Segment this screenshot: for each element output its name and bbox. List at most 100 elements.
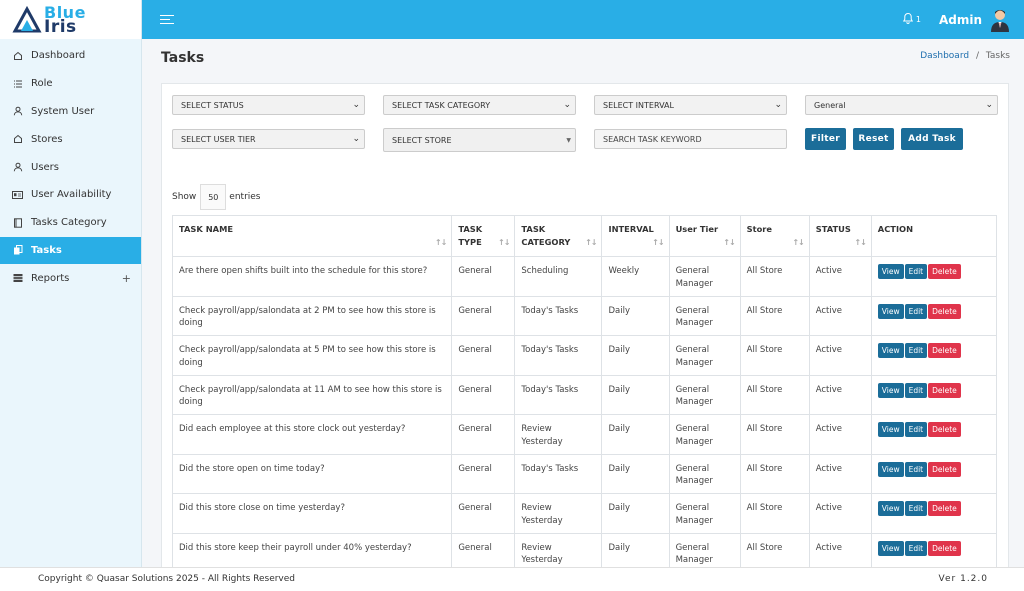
sidebar-item-label: Users [31,161,60,173]
view-button[interactable]: View [877,264,904,279]
home-icon [12,50,23,61]
column-header-status[interactable]: STATUS ↑↓ [808,215,872,257]
store-select-value: SELECT STORE [392,135,452,145]
version-text: Ver 1.2.0 [938,574,988,584]
cell-tier: General Manager [668,532,741,567]
sidebar-item-tasks[interactable]: Tasks [0,236,141,265]
sidebar-item-label: Tasks [31,244,62,256]
table-row: Did each employee at this store clock ou… [171,414,998,455]
cell-category: Review Yesterday [514,493,603,534]
delete-button[interactable]: Delete [928,501,961,516]
reset-button[interactable]: Reset [853,128,894,150]
sidebar-item-stores[interactable]: Stores [0,125,141,153]
sidebar-item-reports[interactable]: Reports + [0,264,141,292]
sidebar-item-dashboard[interactable]: Dashboard [0,42,141,70]
task-type-select[interactable]: General ⌄ [805,95,998,115]
add-task-button[interactable]: Add Task [901,128,963,150]
entries-suffix: entries [229,192,261,202]
delete-button[interactable]: Delete [928,264,961,279]
logo[interactable]: Blue Iris [0,0,141,39]
delete-button[interactable]: Delete [928,540,961,556]
cell-category: Today's Tasks [514,374,603,415]
edit-button[interactable]: Edit [904,303,928,319]
delete-button[interactable]: Delete [928,303,961,319]
edit-button[interactable]: Edit [904,422,928,437]
view-button[interactable]: View [877,501,904,516]
edit-button[interactable]: Edit [904,540,928,556]
view-button[interactable]: View [877,382,904,398]
view-button[interactable]: View [877,540,904,556]
column-header-task-category[interactable]: TASK CATEGORY ↑↓ [514,215,603,257]
column-header-task-type[interactable]: TASK TYPE ↑↓ [451,215,516,257]
sort-arrows-icon[interactable]: ↑↓ [854,237,866,250]
sidebar-item-system-user[interactable]: System User [0,98,141,126]
task-category-select[interactable]: SELECT TASK CATEGORY ⌄ [383,95,576,115]
status-select[interactable]: SELECT STATUS ⌄ [172,95,365,115]
app: Blue Iris Dashboard Role System User Stores… [0,0,1024,591]
cell-status: Active [808,335,872,376]
column-header-task-name[interactable]: TASK NAME ↑↓ [171,215,453,257]
sidebar-item-label: Stores [31,133,63,145]
avatar[interactable] [990,8,1010,32]
cell-store: All Store [739,335,810,376]
task-type-select-value: General [814,100,846,110]
sidebar-item-users[interactable]: Users [0,153,141,181]
top-header: 1 Admin [142,0,1024,39]
delete-button[interactable]: Delete [928,422,961,437]
hamburger-menu-icon[interactable] [160,14,174,25]
entries-select[interactable]: 50 [200,184,227,210]
sort-arrows-icon[interactable]: ↑↓ [723,237,735,250]
cell-interval: Daily [601,295,670,336]
page-title: Tasks [161,50,205,66]
column-header-label: TASK TYPE [458,224,483,247]
cell-type: General [451,374,516,415]
sort-arrows-icon[interactable]: ↑↓ [792,237,804,250]
edit-button[interactable]: Edit [904,264,928,279]
sort-arrows-icon[interactable]: ↑↓ [435,237,447,250]
column-header-interval[interactable]: INTERVAL ↑↓ [601,215,670,257]
sort-arrows-icon[interactable]: ↑↓ [652,237,664,250]
sidebar-item-label: User Availability [31,189,112,201]
column-header-store[interactable]: Store ↑↓ [739,215,810,257]
entries-control: Show 50 entries [172,184,261,210]
cell-action: View Edit Delete [870,453,998,494]
task-keyword-placeholder: SEARCH TASK KEYWORD [603,134,702,144]
logo-triangle-icon [12,5,42,35]
filter-button[interactable]: Filter [805,128,846,150]
cell-interval: Daily [601,414,670,455]
interval-select-value: SELECT INTERVAL [603,100,674,110]
view-button[interactable]: View [877,461,904,477]
delete-button[interactable]: Delete [928,461,961,477]
cell-category: Today's Tasks [514,453,603,494]
bell-icon[interactable] [902,12,914,27]
sort-arrows-icon[interactable]: ↑↓ [585,237,597,250]
interval-select[interactable]: SELECT INTERVAL ⌄ [594,95,787,115]
view-button[interactable]: View [877,422,904,437]
sidebar-item-tasks-category[interactable]: Tasks Category [0,209,141,237]
view-button[interactable]: View [877,303,904,319]
admin-name[interactable]: Admin [939,13,982,27]
column-header-action[interactable]: ACTION [870,215,998,257]
user-tier-select[interactable]: SELECT USER TIER ⌄ [172,129,365,149]
cell-category: Scheduling [514,256,603,297]
entries-prefix: Show [172,192,197,202]
task-keyword-input[interactable]: SEARCH TASK KEYWORD [594,129,787,149]
edit-button[interactable]: Edit [904,343,928,358]
sidebar-item-role[interactable]: Role [0,70,141,98]
cell-tier: General Manager [668,493,741,534]
edit-button[interactable]: Edit [904,501,928,516]
delete-button[interactable]: Delete [928,343,961,358]
column-header-user-tier[interactable]: User Tier ↑↓ [668,215,741,257]
store-select[interactable]: SELECT STORE ▼ [383,128,576,152]
view-button[interactable]: View [877,343,904,358]
edit-button[interactable]: Edit [904,382,928,398]
edit-button[interactable]: Edit [904,461,928,477]
cell-interval: Daily [601,453,670,494]
chevron-down-icon: ⌄ [774,100,782,110]
delete-button[interactable]: Delete [928,382,961,398]
breadcrumb-home-link[interactable]: Dashboard [920,51,969,61]
cell-name: Did this store close on time yesterday? [171,493,453,534]
sidebar-item-user-availability[interactable]: User Availability [0,181,141,209]
sort-arrows-icon[interactable]: ↑↓ [498,237,510,250]
expand-plus-icon[interactable]: + [122,272,131,285]
